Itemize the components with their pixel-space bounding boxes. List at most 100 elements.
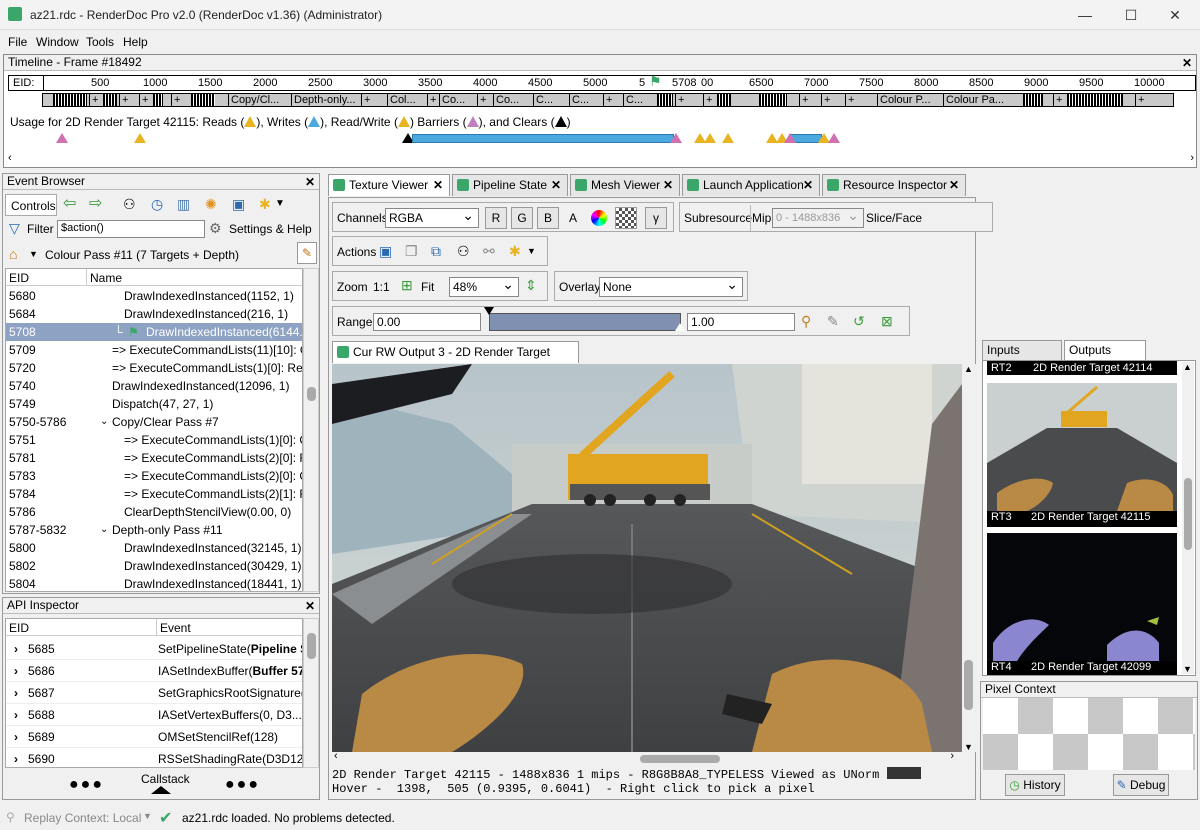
column-header-eid[interactable]: EID	[9, 621, 29, 635]
save-icon[interactable]: ▣	[379, 243, 392, 259]
api-row[interactable]: › 5690 RSSetShadingRate(D3D12...	[6, 748, 302, 767]
callstack-toggle[interactable]: Callstack	[141, 772, 190, 786]
api-row[interactable]: › 5688 IASetVertexBuffers(0, D3...	[6, 704, 302, 726]
history-button[interactable]: ◷ History	[1005, 774, 1065, 796]
blue-channel-toggle[interactable]: B	[537, 207, 559, 229]
channels-select[interactable]: RGBA	[385, 206, 479, 228]
timeline-segment[interactable]: Co...	[439, 94, 475, 106]
close-icon[interactable]: ✕	[433, 175, 443, 196]
range-histogram-slider[interactable]	[489, 313, 681, 331]
chevron-right-icon[interactable]: ›	[14, 682, 18, 703]
zoom-select[interactable]: 48%	[449, 275, 519, 297]
chevron-right-icon[interactable]: ›	[14, 748, 18, 767]
close-window-button[interactable]: ✕	[1152, 4, 1198, 26]
chevron-down-icon[interactable]: ▼	[143, 811, 152, 821]
column-header-name[interactable]: Name	[90, 271, 122, 285]
gear-icon[interactable]: ⚙	[209, 220, 222, 236]
range-min-handle[interactable]	[484, 307, 494, 315]
thumbnail-rt4[interactable]: RT4 2D Render Target 42099	[987, 533, 1177, 675]
tab-mesh-viewer[interactable]: Mesh Viewer ✕	[570, 174, 680, 196]
fit-button[interactable]: Fit	[421, 280, 434, 294]
save-icon[interactable]: ▣	[232, 196, 245, 212]
fit-icon[interactable]: ⊞	[401, 277, 413, 293]
chevron-down-icon[interactable]: ▼	[527, 243, 536, 259]
close-icon[interactable]: ✕	[663, 175, 673, 196]
event-row[interactable]: 5783=> ExecuteCommandLists(2)[0]: Clos	[6, 467, 302, 485]
api-row[interactable]: ›5685SetPipelineState(Pipeline St	[6, 638, 302, 660]
star-icon[interactable]: ✺	[205, 196, 217, 212]
chevron-right-icon[interactable]: ›	[14, 638, 18, 659]
event-row[interactable]: 5800 DrawIndexedInstanced(32145, 1)	[6, 539, 302, 557]
api-list-scrollbar[interactable]	[303, 618, 319, 768]
timeline-segment[interactable]: C...	[533, 94, 565, 106]
bookmark-icon[interactable]: ▥	[177, 196, 190, 212]
timeline-segment[interactable]: C...	[569, 94, 599, 106]
green-channel-toggle[interactable]: G	[511, 207, 533, 229]
pick-icon[interactable]: ✎	[827, 313, 839, 329]
flip-vertical-icon[interactable]: ⇕	[525, 277, 537, 293]
close-icon[interactable]: ✕	[305, 599, 315, 614]
binoculars-icon[interactable]: ⚇	[457, 243, 470, 259]
timeline-segment[interactable]: Colour P...	[877, 94, 943, 106]
tab-inputs[interactable]: Inputs	[982, 340, 1062, 360]
zoom-range-icon[interactable]: ⚲	[801, 313, 811, 329]
checkerboard-toggle[interactable]	[615, 207, 637, 229]
copy-icon[interactable]: ❐	[405, 243, 418, 259]
tab-launch-application[interactable]: Launch Application ✕	[682, 174, 820, 196]
mip-select[interactable]: 0 - 1488x836	[772, 206, 864, 228]
timeline-segment[interactable]: Col...	[387, 94, 427, 106]
event-row[interactable]: 5740 DrawIndexedInstanced(12096, 1)	[6, 377, 302, 395]
timeline-scrollbar[interactable]: ‹ ›	[8, 152, 1196, 165]
range-min-input[interactable]: 0.00	[373, 313, 481, 331]
chevron-down-icon[interactable]: ⌄	[100, 413, 108, 431]
event-row-selected[interactable]: 5708 └ ⚑ DrawIndexedInstanced(6144...	[6, 323, 302, 341]
expand-up-icon[interactable]	[151, 786, 171, 794]
splitter-handle-icon[interactable]: ●●●	[69, 776, 104, 794]
event-list-scrollbar[interactable]	[303, 268, 319, 592]
event-row[interactable]: 5720 => ExecuteCommandLists(1)[0]: Reset	[6, 359, 302, 377]
chevron-down-icon[interactable]: ⌄	[100, 521, 108, 539]
menu-window[interactable]: Window	[36, 35, 79, 49]
settings-help-button[interactable]: Settings & Help	[229, 222, 312, 236]
column-header-eid[interactable]: EID	[9, 271, 29, 285]
api-row[interactable]: ›5687SetGraphicsRootSignature(R	[6, 682, 302, 704]
tab-outputs[interactable]: Outputs	[1064, 340, 1146, 360]
gamma-toggle[interactable]: γ	[645, 207, 667, 229]
timeline-segment[interactable]: Colour Pa...	[943, 94, 1013, 106]
event-row[interactable]: 5804 DrawIndexedInstanced(18441, 1)	[6, 575, 302, 591]
minimize-button[interactable]: —	[1062, 4, 1108, 26]
arrow-left-icon[interactable]: ⇦	[63, 196, 76, 212]
breadcrumb[interactable]: Colour Pass #11 (7 Targets + Depth)	[45, 248, 239, 262]
tab-pipeline-state[interactable]: Pipeline State ✕	[452, 174, 568, 196]
thumbnail-rt2[interactable]: RT2 2D Render Target 42114	[987, 361, 1177, 375]
edit-bookmark-button[interactable]: ✎	[297, 242, 317, 264]
menu-help[interactable]: Help	[123, 35, 148, 49]
event-row[interactable]: 5680 DrawIndexedInstanced(1152, 1)	[6, 287, 302, 305]
tab-current-texture[interactable]: Cur RW Output 3 - 2D Render Target 42115	[332, 341, 579, 380]
puzzle-icon[interactable]: ✱	[259, 196, 271, 212]
filter-input[interactable]: $action()	[57, 220, 205, 238]
column-header-event[interactable]: Event	[160, 621, 191, 635]
splitter-handle-icon[interactable]: ●●●	[225, 776, 260, 794]
timeline-segment[interactable]: C...	[623, 94, 653, 106]
timeline-segment[interactable]: Depth-only...	[291, 94, 359, 106]
controls-tab[interactable]: Controls	[5, 194, 57, 216]
tab-resource-inspector[interactable]: Resource Inspector ✕	[822, 174, 966, 196]
event-row[interactable]: 5709=> ExecuteCommandLists(11)[10]: Clos	[6, 341, 302, 359]
overlay-select[interactable]: None	[599, 275, 743, 297]
range-max-input[interactable]: 1.00	[687, 313, 795, 331]
close-icon[interactable]: ✕	[305, 175, 315, 190]
range-max-handle[interactable]	[675, 323, 685, 331]
color-wheel-icon[interactable]	[591, 210, 607, 226]
close-icon[interactable]: ✕	[1182, 56, 1192, 71]
debug-button[interactable]: ✎ Debug	[1113, 774, 1169, 796]
home-icon[interactable]: ⌂	[9, 246, 17, 262]
red-channel-toggle[interactable]: R	[485, 207, 507, 229]
chevron-down-icon[interactable]: ▼	[275, 196, 285, 212]
menu-tools[interactable]: Tools	[86, 35, 114, 49]
close-icon[interactable]: ✕	[803, 175, 813, 196]
arrow-right-icon[interactable]: ⇨	[89, 196, 102, 212]
chevron-right-icon[interactable]: ›	[14, 704, 18, 725]
event-row[interactable]: 5749 Dispatch(47, 27, 1)	[6, 395, 302, 413]
close-icon[interactable]: ✕	[949, 175, 959, 196]
